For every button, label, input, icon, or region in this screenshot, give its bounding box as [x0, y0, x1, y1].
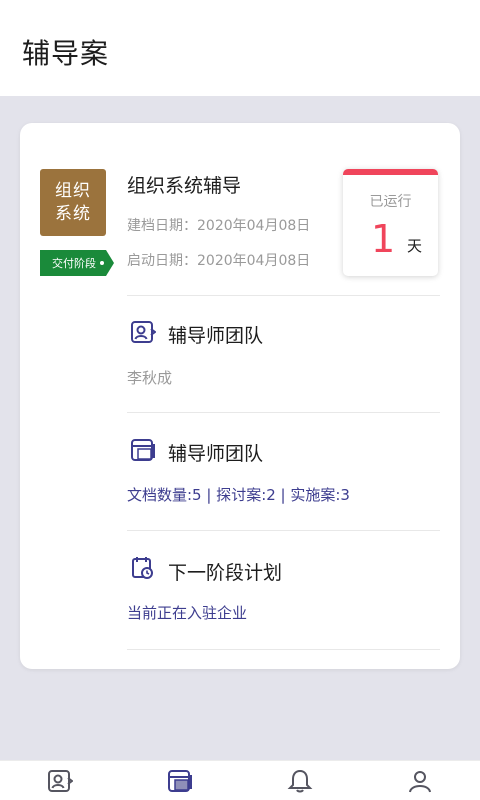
started-date: 启动日期：2020年04月08日: [127, 253, 311, 269]
divider: [127, 530, 440, 531]
runbox-accent-bar: [343, 169, 438, 175]
tab-document-icon[interactable]: [167, 768, 193, 794]
tab-team-icon[interactable]: [47, 768, 73, 794]
created-date: 建档日期：2020年04月08日: [127, 218, 311, 234]
running-days-box: 已运行 1 天: [343, 169, 438, 276]
org-category-tile: 组织 系统: [40, 169, 106, 236]
page-title: 辅导案: [22, 37, 110, 70]
divider: [127, 295, 440, 296]
tab-user-icon[interactable]: [407, 768, 433, 794]
section-subtitle: 当前正在入驻企业: [127, 604, 248, 622]
divider: [127, 412, 440, 413]
running-days-count: 1: [371, 217, 396, 261]
section-title: 辅导师团队: [168, 325, 264, 347]
document-icon: [131, 439, 155, 461]
stage-dot-icon: [100, 261, 104, 265]
running-days-unit: 天: [407, 237, 423, 255]
project-name: 组织系统辅导: [127, 175, 242, 197]
bottom-tab-bar: [0, 760, 480, 800]
section-subtitle: 李秋成: [127, 369, 173, 387]
running-label: 已运行: [369, 194, 412, 210]
app-header: 辅导案: [0, 0, 480, 96]
stage-label: 交付阶段: [52, 257, 96, 270]
section-title: 辅导师团队: [168, 443, 264, 465]
divider: [127, 649, 440, 650]
tab-bell-icon[interactable]: [287, 768, 313, 794]
project-card[interactable]: 组织 系统 交付阶段 组织系统辅导 建档日期：2020年04月08日 启动日期：…: [20, 123, 460, 669]
tile-line-2: 系统: [55, 203, 91, 224]
team-icon: [131, 321, 156, 343]
section-subtitle: 文档数量:5 | 探讨案:2 | 实施案:3: [127, 486, 350, 504]
calendar-plan-icon: [132, 557, 153, 579]
tile-line-1: 组织: [55, 180, 91, 201]
stage-badge: 交付阶段: [40, 250, 114, 276]
section-title: 下一阶段计划: [168, 562, 283, 584]
